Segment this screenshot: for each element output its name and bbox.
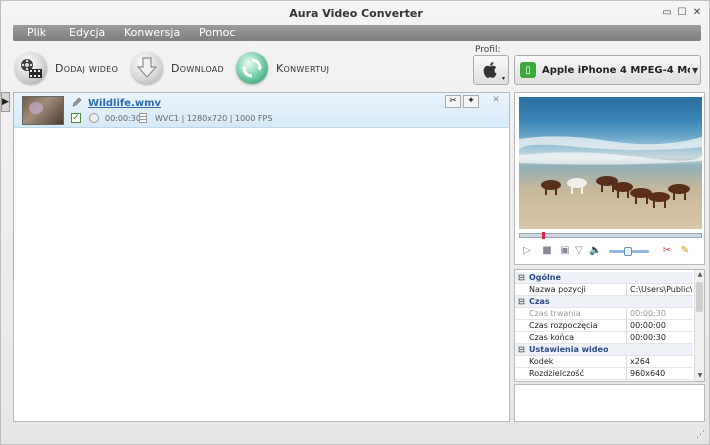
scroll-down-icon[interactable]: ▼	[695, 371, 704, 381]
property-row[interactable]: Kodek x264	[515, 356, 693, 368]
minimize-button[interactable]: ▭	[661, 7, 673, 19]
properties-scrollbar[interactable]: ▲ ▼	[694, 270, 704, 381]
file-duration: 00:00:30	[105, 114, 141, 123]
remove-file-button[interactable]: ✕	[490, 95, 502, 107]
property-value: C:\Users\Public\Vide...	[630, 285, 692, 294]
effects-button[interactable]: ✦	[463, 95, 479, 108]
property-value: 00:00:30	[630, 333, 666, 342]
play-button[interactable]: ▷	[521, 245, 533, 257]
properties-grid: ⊟ Ogólne Nazwa pozycji C:\Users\Public\V…	[514, 269, 705, 382]
seek-knob[interactable]	[542, 232, 545, 239]
file-codec-info: WVC1 | 1280x720 | 1000 FPS	[155, 114, 273, 123]
section-time[interactable]: ⊟ Czas	[515, 296, 693, 308]
chevron-down-icon: ▼	[692, 65, 699, 75]
window-title: Aura Video Converter	[289, 7, 423, 20]
title-bar: Aura Video Converter ▭ ☐ ✕	[1, 1, 710, 25]
property-row[interactable]: Nazwa pozycji C:\Users\Public\Vide...	[515, 284, 693, 296]
collapse-icon[interactable]: ⊟	[518, 344, 526, 356]
snapshot-dropdown[interactable]: ▽	[573, 245, 585, 257]
file-list[interactable]: Wildlife.wmv ✓ 00:00:30 WVC1 | 1280x720 …	[13, 92, 510, 422]
cut-button[interactable]: ✂	[445, 95, 461, 108]
property-name: Kodek	[529, 356, 627, 368]
resize-grip-icon[interactable]: ⋰	[696, 430, 705, 440]
property-row[interactable]: Rozdzielczość 960x640	[515, 368, 693, 380]
download-button[interactable]: Download	[131, 49, 224, 87]
menu-pomoc[interactable]: Pomoc	[199, 26, 235, 40]
video-preview[interactable]	[519, 97, 702, 229]
maximize-button[interactable]: ☐	[676, 7, 688, 19]
download-label: Download	[171, 61, 225, 75]
magic-wand-icon[interactable]: ✎	[679, 245, 691, 257]
snapshot-button[interactable]: ▣	[559, 245, 571, 257]
convert-cycle-icon	[236, 52, 268, 84]
section-general[interactable]: ⊟ Ogólne	[515, 272, 693, 284]
profile-select[interactable]: ▯ Apple iPhone 4 MPEG-4 Movie (*.... ▼	[514, 55, 701, 85]
preview-panel: ▷ ■ ▣ ▽ 🔈 ✂ ✎	[514, 92, 705, 265]
add-video-label: Dodaj wideo	[55, 61, 119, 75]
scroll-up-icon[interactable]: ▲	[695, 270, 704, 280]
property-row[interactable]: Czas końca 00:00:30	[515, 332, 693, 344]
volume-knob[interactable]	[624, 247, 632, 256]
property-value: 960x640	[630, 369, 666, 378]
scroll-thumb[interactable]	[696, 282, 703, 312]
volume-slider[interactable]	[609, 247, 649, 256]
property-name: Rozdzielczość	[529, 368, 627, 380]
section-title: Ustawienia wideo	[529, 345, 609, 354]
file-checkbox[interactable]: ✓	[71, 113, 81, 123]
section-title: Czas	[529, 297, 550, 306]
property-value: 00:00:00	[630, 321, 666, 330]
convert-button[interactable]: Konwertuj	[236, 49, 329, 87]
property-name: Czas końca	[529, 332, 627, 344]
section-title: Ogólne	[529, 273, 561, 282]
file-name[interactable]: Wildlife.wmv	[88, 98, 161, 109]
menu-plik[interactable]: Plik	[27, 26, 46, 40]
film-strip-icon	[139, 113, 147, 123]
section-video-settings[interactable]: ⊟ Ustawienia wideo	[515, 344, 693, 356]
stop-button[interactable]: ■	[541, 245, 553, 257]
property-name: Czas rozpoczęcia	[529, 320, 627, 332]
pencil-icon[interactable]	[72, 97, 82, 107]
video-thumbnail	[22, 96, 64, 125]
film-reel-icon	[15, 52, 47, 84]
video-frame	[519, 136, 702, 208]
apple-logo-icon	[483, 62, 497, 78]
menu-konwersja[interactable]: Konwersja	[124, 26, 180, 40]
seek-bar[interactable]	[519, 232, 702, 239]
property-row[interactable]: Czas rozpoczęcia 00:00:00	[515, 320, 693, 332]
chevron-right-icon: ▶	[2, 97, 9, 107]
scissors-icon[interactable]: ✂	[661, 245, 673, 257]
chevron-down-icon: ▾	[501, 75, 505, 82]
collapse-icon[interactable]: ⊟	[518, 296, 526, 308]
property-row[interactable]: Czas trwania 00:00:30	[515, 308, 693, 320]
app-window: Aura Video Converter ▭ ☐ ✕ Plik Edycja K…	[0, 0, 710, 445]
menu-bar: Plik Edycja Konwersja Pomoc	[13, 25, 701, 41]
phone-icon: ▯	[520, 62, 536, 78]
add-video-button[interactable]: Dodaj wideo	[15, 49, 118, 87]
property-value: 00:00:30	[630, 309, 666, 318]
volume-icon[interactable]: 🔈	[589, 245, 601, 257]
device-category-button[interactable]: ▾	[473, 55, 509, 85]
collapse-icon[interactable]: ⊟	[518, 272, 526, 284]
profile-selected-value: Apple iPhone 4 MPEG-4 Movie (*....	[542, 64, 690, 76]
menu-edycja[interactable]: Edycja	[69, 26, 105, 40]
profile-label: Profil:	[475, 45, 501, 55]
property-name: Czas trwania	[529, 308, 627, 320]
file-row[interactable]: Wildlife.wmv ✓ 00:00:30 WVC1 | 1280x720 …	[14, 93, 509, 128]
player-controls: ▷ ■ ▣ ▽ 🔈 ✂ ✎	[519, 243, 702, 261]
property-value: x264	[630, 357, 651, 366]
convert-label: Konwertuj	[276, 61, 330, 75]
close-button[interactable]: ✕	[691, 7, 703, 19]
side-panel-toggle[interactable]: ▶	[1, 92, 10, 112]
clock-icon	[89, 113, 99, 123]
property-description-box	[514, 384, 705, 422]
download-arrow-icon	[131, 52, 163, 84]
property-name: Nazwa pozycji	[529, 284, 627, 296]
